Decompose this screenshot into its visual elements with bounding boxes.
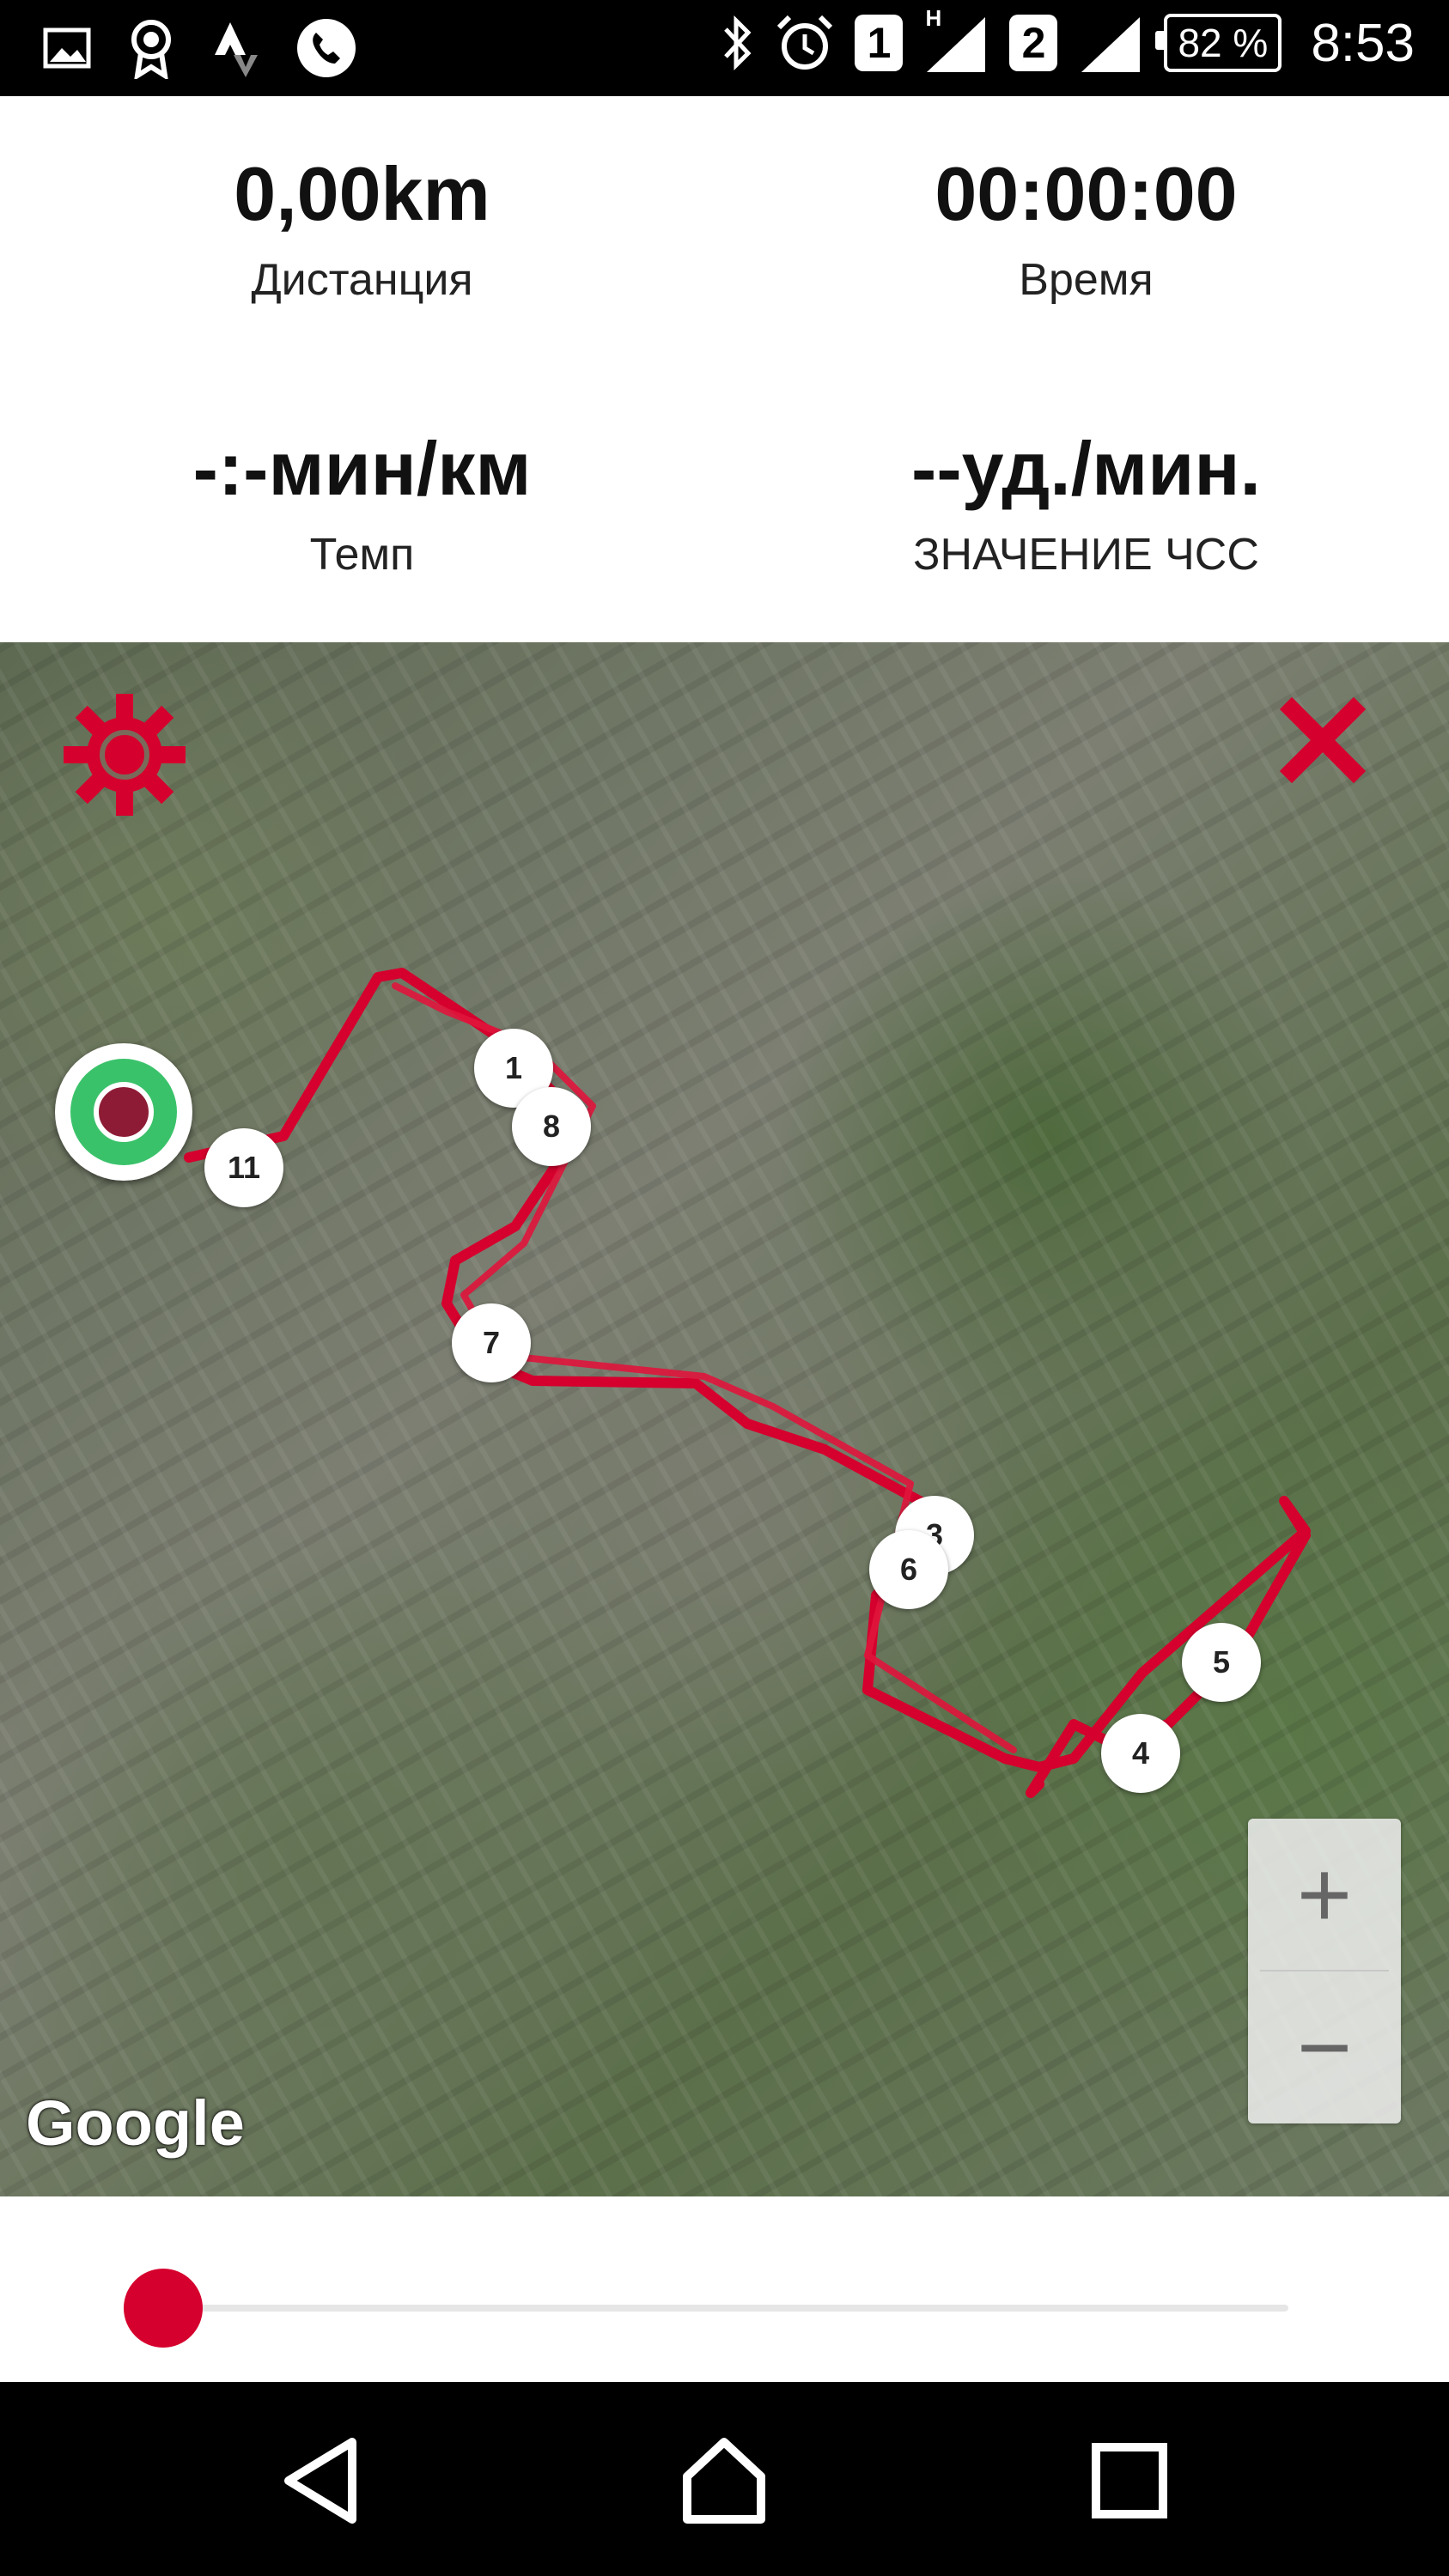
route-marker[interactable]: 8 <box>512 1087 591 1166</box>
strava-icon <box>211 17 259 79</box>
distance-label: Дистанция <box>251 255 473 305</box>
pace-label: Темп <box>309 530 415 580</box>
pace-value: -:-мин/км <box>192 426 532 511</box>
recents-icon <box>1092 2443 1167 2518</box>
award-icon <box>127 17 175 79</box>
zoom-in-button[interactable]: + <box>1248 1819 1401 1970</box>
route-marker[interactable]: 11 <box>204 1128 283 1207</box>
network-type: H <box>925 5 942 31</box>
gallery-icon <box>43 27 91 69</box>
status-bar: 1 H 2 82 % 8:53 <box>0 0 1449 96</box>
heart-rate-stat: --уд./мин. ЗНАЧЕНИЕ ЧСС <box>724 431 1448 580</box>
battery-indicator: 82 % <box>1155 14 1282 72</box>
sim2-indicator: 2 <box>1009 15 1058 71</box>
slider-track[interactable] <box>158 2305 1288 2312</box>
route-track <box>184 968 1311 1798</box>
route-marker[interactable]: 7 <box>452 1303 531 1382</box>
zoom-control: + − <box>1248 1819 1401 2123</box>
sim1-indicator: 1 <box>855 15 904 71</box>
gear-icon <box>64 694 186 816</box>
bluetooth-icon <box>721 12 755 74</box>
google-attribution: Google <box>26 2087 245 2159</box>
clock: 8:53 <box>1311 13 1415 73</box>
back-button[interactable] <box>275 2433 369 2528</box>
time-stat: 00:00:00 Время <box>724 156 1448 306</box>
time-label: Время <box>1019 255 1154 305</box>
distance-value: 0,00km <box>234 151 490 236</box>
close-icon <box>1279 696 1367 784</box>
recents-button[interactable] <box>1082 2433 1177 2528</box>
route-marker[interactable]: 4 <box>1101 1714 1180 1793</box>
heart-rate-label: ЗНАЧЕНИЕ ЧСС <box>913 530 1259 580</box>
heart-rate-value: --уд./мин. <box>911 426 1261 511</box>
home-icon <box>683 2438 765 2524</box>
start-pin-ring <box>70 1059 177 1165</box>
start-location-pin[interactable] <box>55 1043 192 1181</box>
route-marker[interactable]: 5 <box>1182 1623 1261 1702</box>
time-value: 00:00:00 <box>935 151 1238 236</box>
distance-stat: 0,00km Дистанция <box>0 156 724 306</box>
back-icon <box>284 2438 356 2524</box>
start-pin-core <box>94 1082 154 1142</box>
map-view[interactable]: 1 8 11 7 3 6 5 4 Google + − <box>0 642 1449 2196</box>
signal-icon: H <box>922 5 990 74</box>
close-button[interactable] <box>1279 696 1367 784</box>
pace-stat: -:-мин/км Темп <box>0 431 724 580</box>
home-button[interactable] <box>677 2433 771 2528</box>
zoom-out-button[interactable]: − <box>1248 1971 1401 2123</box>
signal-icon-2 <box>1076 12 1145 74</box>
phone-icon <box>295 17 357 79</box>
playback-slider[interactable] <box>124 2267 1292 2349</box>
settings-button[interactable] <box>62 692 187 817</box>
navigation-bar <box>0 2382 1449 2576</box>
slider-thumb[interactable] <box>124 2269 203 2348</box>
route-marker[interactable]: 6 <box>869 1530 948 1609</box>
alarm-icon <box>774 12 836 74</box>
